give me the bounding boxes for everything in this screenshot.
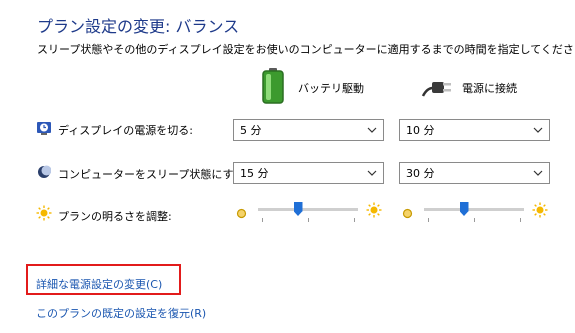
display-off-plugged-value: 10 分 (406, 124, 435, 137)
battery-brightness-thumb[interactable] (293, 202, 303, 216)
slider-tick (474, 218, 475, 222)
slider-tick (428, 218, 429, 222)
bright-sun-icon (532, 202, 548, 222)
battery-icon (262, 68, 284, 108)
sleep-plugged-value: 30 分 (406, 167, 435, 180)
page-title: プラン設定の変更: バランス (37, 17, 240, 36)
slider-track (258, 208, 358, 211)
sleep-battery-value: 15 分 (240, 167, 269, 180)
display-off-label: ディスプレイの電源を切る: (58, 124, 193, 137)
sun-icon (36, 205, 52, 225)
slider-tick (262, 218, 263, 222)
dim-sun-icon (402, 204, 413, 223)
sleep-label: コンピューターをスリープ状態にする: (58, 168, 249, 181)
slider-tick (354, 218, 355, 222)
chevron-down-icon (533, 127, 543, 133)
chevron-down-icon (367, 170, 377, 176)
sleep-plugged-select[interactable]: 30 分 (399, 162, 550, 184)
power-plug-icon (421, 76, 453, 102)
display-off-battery-value: 5 分 (240, 124, 262, 137)
restore-defaults-link[interactable]: このプランの既定の設定を復元(R) (36, 305, 206, 321)
brightness-label: プランの明るさを調整: (58, 210, 172, 223)
battery-brightness-slider[interactable] (258, 202, 358, 224)
display-off-battery-select[interactable]: 5 分 (233, 119, 384, 141)
slider-track (424, 208, 524, 211)
bright-sun-icon (366, 202, 382, 222)
display-clock-icon (36, 120, 52, 140)
chevron-down-icon (533, 170, 543, 176)
plugged-brightness-thumb[interactable] (459, 202, 469, 216)
page-description: スリープ状態やその他のディスプレイ設定をお使いのコンピューターに適用するまでの時… (37, 43, 575, 56)
battery-column-header: バッテリ駆動 (298, 82, 364, 95)
slider-tick (308, 218, 309, 222)
slider-tick (520, 218, 521, 222)
plugged-brightness-slider[interactable] (424, 202, 524, 224)
plugged-column-header: 電源に接続 (462, 82, 517, 95)
sleep-battery-select[interactable]: 15 分 (233, 162, 384, 184)
display-off-plugged-select[interactable]: 10 分 (399, 119, 550, 141)
chevron-down-icon (367, 127, 377, 133)
moon-icon (37, 164, 52, 183)
advanced-power-settings-link[interactable]: 詳細な電源設定の変更(C) (36, 276, 162, 292)
dim-sun-icon (236, 204, 247, 223)
